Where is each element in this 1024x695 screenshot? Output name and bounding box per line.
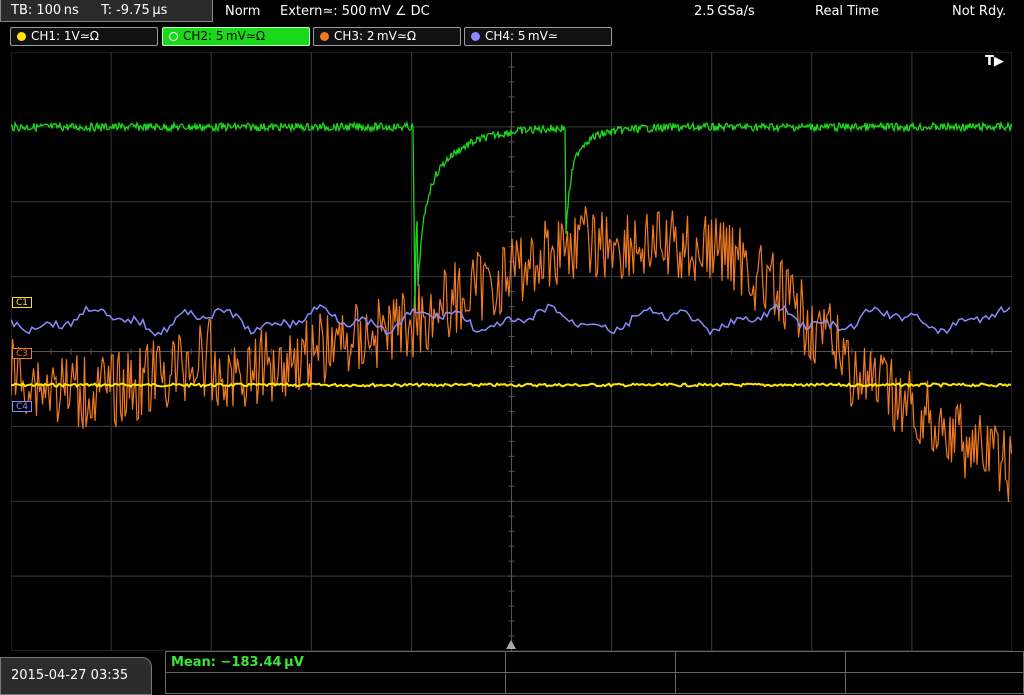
channel-1-chip[interactable]: CH1: 1V≃Ω	[10, 27, 158, 46]
date-time: 2015-04-27 03:35	[0, 657, 152, 695]
measurement-cell[interactable]	[165, 672, 506, 694]
channel-3-dot-icon	[320, 32, 329, 41]
channel-1-offset-marker[interactable]: C1	[12, 297, 33, 308]
status-bar: TB: 100 ns T: -9.75 µs Norm Extern≃: 500…	[0, 0, 1024, 24]
measurement-cell[interactable]	[505, 672, 676, 694]
channel-4-label: CH4: 5 mV≃	[485, 29, 558, 43]
channel-1-label: CH1: 1V≃Ω	[31, 29, 99, 43]
channel-bar: CH1: 1V≃Ω CH2: 5 mV≃Ω CH3: 2 mV≃Ω CH4: 5…	[0, 24, 1024, 48]
measurement-cell[interactable]	[845, 672, 1024, 694]
measurement-cell[interactable]	[845, 651, 1024, 673]
measurement-table: Mean: −183.44 µV	[165, 651, 1024, 695]
acquisition-mode: Real Time	[815, 4, 879, 19]
channel-3-label: CH3: 2 mV≃Ω	[334, 29, 417, 43]
measurement-cell[interactable]	[675, 672, 846, 694]
trigger-point-icon	[506, 640, 516, 649]
channel-3-offset-marker[interactable]: C3	[12, 348, 33, 359]
channel-4-dot-icon	[471, 32, 480, 41]
mean-measurement: Mean: −183.44 µV	[171, 655, 304, 670]
channel-3-chip[interactable]: CH3: 2 mV≃Ω	[313, 27, 461, 46]
channel-2-chip[interactable]: CH2: 5 mV≃Ω	[162, 27, 310, 46]
bottom-bar: 2015-04-27 03:35 Mean: −183.44 µV	[0, 651, 1024, 695]
timebase-value: TB: 100 ns	[11, 3, 79, 18]
measurement-cell-mean[interactable]: Mean: −183.44 µV	[165, 651, 506, 673]
trigger-position-marker[interactable]: T▶	[985, 54, 1004, 69]
channel-2-label: CH2: 5 mV≃Ω	[183, 29, 266, 43]
channel-1-dot-icon	[17, 32, 26, 41]
sample-rate: 2.5 GSa/s	[694, 4, 755, 19]
trigger-time-value: T: -9.75 µs	[101, 3, 168, 18]
channel-4-trace	[11, 302, 1011, 337]
trigger-mode[interactable]: Norm	[225, 0, 260, 24]
graticule	[11, 52, 1012, 651]
waveform-display[interactable]	[11, 52, 1012, 651]
timebase-box[interactable]: TB: 100 ns T: -9.75 µs	[0, 0, 213, 22]
channel-4-chip[interactable]: CH4: 5 mV≃	[464, 27, 612, 46]
measurement-cell[interactable]	[675, 651, 846, 673]
channel-2-dot-icon	[169, 32, 178, 41]
channel-4-offset-marker[interactable]: C4	[12, 401, 33, 412]
trigger-source[interactable]: Extern≃: 500 mV ∠ DC	[280, 0, 430, 24]
waveform-canvas	[11, 52, 1012, 651]
acquisition-state: Not Rdy.	[952, 4, 1007, 19]
measurement-cell[interactable]	[505, 651, 676, 673]
